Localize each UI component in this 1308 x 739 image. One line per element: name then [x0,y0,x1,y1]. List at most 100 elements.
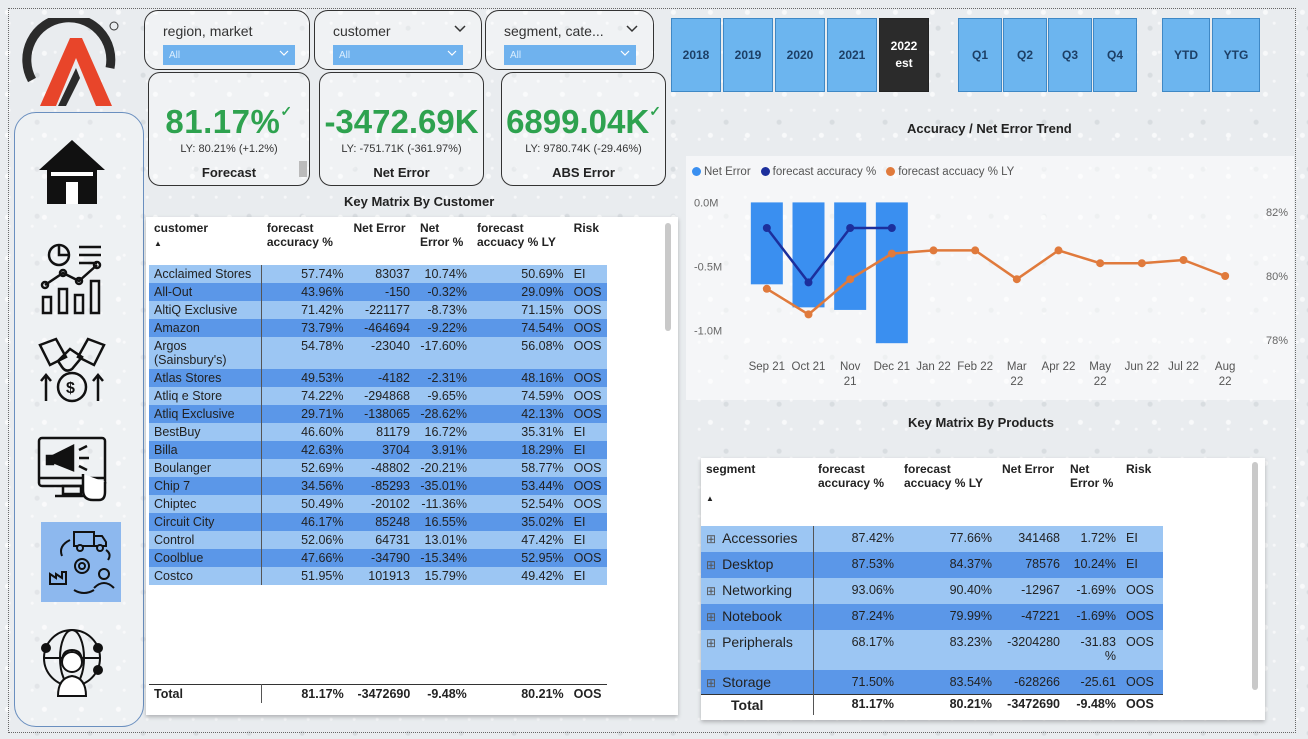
table-cell: 52.95% [471,549,569,567]
home-icon [39,140,105,204]
sort-asc-icon: ▲ [154,239,162,248]
legend-item: forecast accuacy % LY [886,166,1014,178]
table-cell: 35.02% [471,513,569,531]
table-cell: ⊞ Peripherals [701,630,814,670]
column-header[interactable]: Net Error [348,217,414,265]
table-row[interactable]: Billa 42.63% 3704 3.91% 18.29% EI [149,441,607,459]
header-label: forecast accuracy % [266,221,333,249]
table-row[interactable]: Atliq Exclusive 29.71% -138065 -28.62% 42.13… [149,405,607,423]
table-cell: 87.24% [813,604,899,630]
table-row[interactable]: Amazon 73.79% -464694 -9.22% 74.54% OOS [149,319,607,337]
nav-analytics[interactable] [32,238,112,318]
table-row[interactable]: ⊞ Storage 71.50% 83.54% -628266 -25.61 OOS [701,670,1163,696]
table-row[interactable]: ⊞ Notebook 87.24% 79.99% -47221 -1.69% OOS [701,604,1163,630]
table-row[interactable]: Boulanger 52.69% -48802 -20.21% 58.77% OOS [149,459,607,477]
product-scrollbar[interactable] [1252,462,1258,690]
table-cell: 83.54% [899,670,997,696]
slicer-dropdown[interactable]: All [504,45,636,65]
expand-icon[interactable]: ⊞ [706,636,716,650]
table-row[interactable]: Control 52.06% 64731 13.01% 47.42% EI [149,531,607,549]
kpi-scrollbar[interactable] [299,161,307,177]
slicer-dropdown[interactable]: All [333,45,463,65]
nav-marketing[interactable] [32,428,112,508]
table-cell: OOS [568,549,607,567]
table-cell: Boulanger [149,459,263,477]
table-row[interactable]: AltiQ Exclusive 71.42% -221177 -8.73% 71.15%… [149,301,607,319]
table-cell: 52.54% [471,495,569,513]
column-header[interactable]: forecast accuacy % LY [899,458,997,526]
column-header[interactable]: forecast accuracy % [813,458,899,526]
period-button-2022[interactable]: 2022 est [879,18,929,92]
period-button-2021[interactable]: 2021 [827,18,877,92]
slicer-region-market[interactable]: region, market All [144,10,310,70]
expand-icon[interactable]: ⊞ [706,558,716,572]
net-error-bar [834,202,867,310]
column-header[interactable]: Risk [1121,458,1163,526]
period-button-q4[interactable]: Q4 [1093,18,1137,92]
table-row[interactable]: All-Out 43.96% -150 -0.32% 29.09% OOS [149,283,607,301]
table-cell: -628266 [997,670,1065,696]
table-row[interactable]: Chiptec 50.49% -20102 -11.36% 52.54% OOS [149,495,607,513]
x-axis-tick-label: Jul 22 [1168,361,1199,373]
period-button-2019[interactable]: 2019 [723,18,773,92]
nav-supply-chain[interactable] [41,522,121,602]
nav-support[interactable] [32,622,112,702]
table-row[interactable]: ⊞ Desktop 87.53% 84.37% 78576 10.24% EI [701,552,1163,578]
x-axis-tick-label: 22 [1094,376,1107,388]
table-row[interactable]: ⊞ Networking 93.06% 90.40% -12967 -1.69% OOS [701,578,1163,604]
expand-icon[interactable]: ⊞ [706,676,716,690]
table-row[interactable]: Acclaimed Stores 57.74% 83037 10.74% 50.69% E… [149,265,607,283]
table-cell: -15.34% [414,549,472,567]
slicer-dropdown[interactable]: All [163,45,295,65]
column-header[interactable]: forecast accuracy % [262,217,349,265]
expand-icon[interactable]: ⊞ [706,532,716,546]
column-header[interactable]: Risk [569,217,607,265]
column-header[interactable]: customer ▲ [149,217,262,265]
table-row[interactable]: ⊞ Peripherals 68.17% 83.23% -3204280 -31.83 %… [701,630,1163,670]
table-cell: EI [568,441,607,459]
period-button-ytd[interactable]: YTD [1162,18,1210,92]
period-button-ytg[interactable]: YTG [1212,18,1260,92]
column-header[interactable]: Net Error % [1065,458,1121,526]
table-cell: -9.65% [414,387,472,405]
period-button-2020[interactable]: 2020 [775,18,825,92]
table-cell: -20.21% [414,459,472,477]
legend-swatch [886,167,896,176]
period-label: YTD [1174,47,1198,62]
period-button-q3[interactable]: Q3 [1048,18,1092,92]
table-row[interactable]: BestBuy 46.60% 81179 16.72% 35.31% EI [149,423,607,441]
slicer-customer[interactable]: customer All [314,10,482,70]
table-cell: 73.79% [261,319,349,337]
table-row[interactable]: ⊞ Accessories 87.42% 77.66% 341468 1.72% EI [701,526,1163,552]
customer-scrollbar[interactable] [665,223,671,331]
kpi-value: -3472.69K [324,103,479,140]
table-row[interactable]: Costco 51.95% 101913 15.79% 49.42% EI [149,567,607,585]
slicer-label: customer [333,23,391,39]
table-cell: 87.53% [813,552,899,578]
column-header[interactable]: Net Error % [415,217,472,265]
table-cell: EI [568,513,607,531]
column-header[interactable]: segment ▲ [701,458,813,526]
table-row[interactable]: Argos (Sainsbury's) 54.78% -23040 -17.60% 56… [149,337,607,369]
period-button-2018[interactable]: 2018 [671,18,721,92]
table-row[interactable]: Coolblue 47.66% -34790 -15.34% 52.95% OOS [149,549,607,567]
column-header[interactable]: forecast accuacy % LY [472,217,569,265]
table-row[interactable]: Atlas Stores 49.53% -4182 -2.31% 48.16% OOS [149,369,607,387]
nav-home[interactable] [32,132,112,212]
nav-finance[interactable]: $ [32,330,112,410]
y-axis-tick-label: -0.5M [694,261,722,273]
column-header[interactable]: Net Error [997,458,1065,526]
table-row[interactable]: Atliq e Store 74.22% -294868 -9.65% 74.59% OO… [149,387,607,405]
table-row[interactable]: Chip 7 34.56% -85293 -35.01% 53.44% OOS [149,477,607,495]
table-cell: OOS [568,283,607,301]
period-button-q1[interactable]: Q1 [958,18,1002,92]
period-button-q2[interactable]: Q2 [1003,18,1047,92]
expand-icon[interactable]: ⊞ [706,584,716,598]
expand-icon[interactable]: ⊞ [706,610,716,624]
table-cell: -4182 [348,369,415,387]
table-cell: -34790 [348,549,415,567]
table-row[interactable]: Circuit City 46.17% 85248 16.55% 35.02% EI [149,513,607,531]
table-cell: EI [568,423,607,441]
slicer-segment-category[interactable]: segment, cate... All [485,10,654,70]
customer-table: customer ▲ forecast accuracy % Net Error … [149,217,607,585]
